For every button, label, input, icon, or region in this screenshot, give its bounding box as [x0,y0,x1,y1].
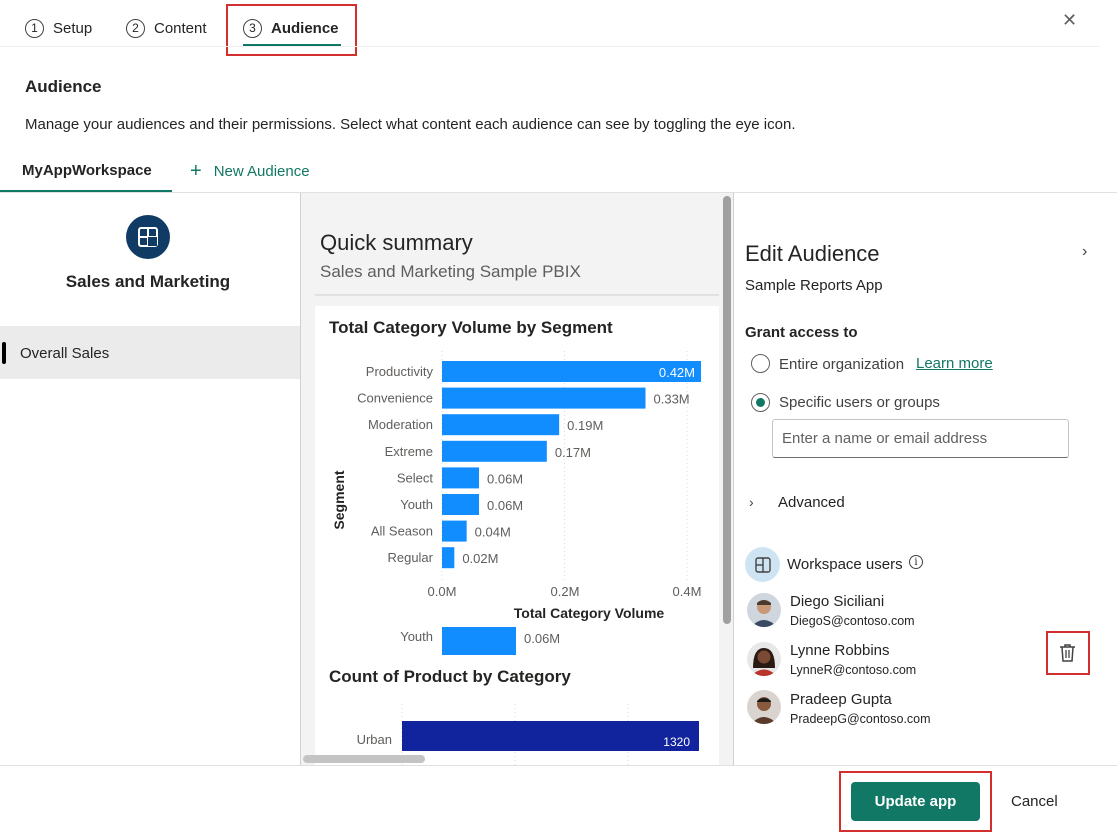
avatar [747,593,781,627]
report-divider [315,294,719,296]
category-label: Moderation [368,417,433,432]
bar [442,387,646,409]
cancel-button[interactable]: Cancel [1011,793,1058,810]
workspace-grid-icon [754,556,771,573]
report-preview[interactable]: Quick summary Sales and Marketing Sample… [300,193,734,765]
user-name: Lynne Robbins [790,642,890,659]
learn-more-link[interactable]: Learn more [916,355,993,372]
vertical-scrollbar[interactable] [723,196,731,624]
chart2-title: Count of Product by Category [329,667,571,686]
radio-selected-dot [755,397,765,407]
edit-audience-title: Edit Audience [745,241,880,266]
horizontal-scrollbar[interactable] [303,755,425,763]
category-label: Regular [387,550,433,565]
chevron-right-icon[interactable]: › [749,494,754,510]
info-icon[interactable]: i [909,555,923,569]
bar [442,547,455,569]
category-label: Convenience [357,391,433,406]
highlight-box-audience-step [226,4,357,56]
selected-indicator [2,342,6,364]
grant-access-label: Grant access to [745,324,858,341]
report-subtitle: Sales and Marketing Sample PBIX [320,262,581,281]
step-label: Setup [53,19,93,37]
x-tick-label: 0.4M [673,584,702,599]
highlight-box-delete [1046,631,1090,675]
x-tick-label: 0.0M [428,584,457,599]
value-label: 0.17M [555,445,591,460]
report-title: Quick summary [320,230,473,255]
option-specific-users-label: Specific users or groups [779,394,940,411]
value-label: 0.42M [659,365,695,380]
user-email: PradeepG@contoso.com [790,712,931,726]
step-label: Content [154,19,207,37]
plus-icon: + [190,160,202,182]
overflow-category-label: Youth [400,629,433,644]
app-grid-icon [138,227,158,247]
user-name: Diego Siciliani [790,593,885,610]
category-label: Productivity [366,364,434,379]
step-content[interactable]: 2 Content [126,16,207,40]
page-description: Manage your audiences and their permissi… [25,116,796,133]
workspace-users-icon [745,547,780,582]
value-label: 0.19M [567,418,603,433]
charts-svg: Total Category Volume by Segment Segment… [329,318,702,765]
bar [442,467,479,489]
x-tick-label: 0.2M [551,584,580,599]
chart1-title: Total Category Volume by Segment [329,318,613,337]
user-email: DiegoS@contoso.com [790,614,915,628]
value-label: 0.06M [487,498,523,513]
user-name: Pradeep Gupta [790,691,892,708]
category-label: Select [397,470,434,485]
nav-item-overall-sales[interactable]: Overall Sales [0,326,300,379]
category-label: Extreme [385,444,433,459]
app-name: Sales and Marketing [65,272,231,291]
new-audience-label: New Audience [213,163,310,180]
chart1-xlabel: Total Category Volume [514,605,665,621]
overflow-bar [442,627,516,655]
bar [442,414,560,436]
chart1-ylabel: Segment [331,470,347,529]
option-entire-organization-label: Entire organization [779,356,905,373]
bar [442,440,547,462]
app-icon [126,215,170,259]
radio-entire-organization[interactable] [751,354,770,373]
user-email: LynneR@contoso.com [790,663,917,677]
overflow-value-label: 0.06M [524,631,560,646]
step-number: 1 [25,18,44,38]
chart-card: Total Category Volume by Segment Segment… [315,306,719,765]
category-label: Youth [400,497,433,512]
header-divider [0,46,1100,47]
value-label: 0.06M [487,471,523,486]
chart2-value-label: 1320 [663,735,690,749]
chart2-category-label: Urban [357,732,392,747]
footer-divider [0,765,1117,766]
step-setup[interactable]: 1 Setup [25,16,92,40]
value-label: 0.04M [475,525,511,540]
avatar [747,642,781,676]
step-number: 2 [126,18,145,38]
advanced-toggle[interactable]: Advanced [778,494,845,511]
workspace-users-label: Workspace users [787,556,903,573]
highlight-box-update [839,771,992,832]
nav-item-label: Overall Sales [20,345,110,362]
radio-specific-users[interactable] [751,393,770,412]
new-audience-button[interactable]: + New Audience [190,160,310,183]
page-title: Audience [25,77,102,96]
value-label: 0.33M [654,392,690,407]
tab-myappworkspace[interactable]: MyAppWorkspace [22,162,152,179]
avatar [747,690,781,724]
user-search-input[interactable]: Enter a name or email address [772,419,1069,458]
category-label: All Season [371,524,433,539]
bar [442,520,467,542]
value-label: 0.02M [462,551,498,566]
app-label: Sample Reports App [745,277,883,294]
chart2-bar-urban [402,721,699,751]
chevron-right-icon[interactable]: › [1082,243,1087,261]
close-icon[interactable]: ✕ [1062,10,1077,31]
bar [442,494,479,515]
